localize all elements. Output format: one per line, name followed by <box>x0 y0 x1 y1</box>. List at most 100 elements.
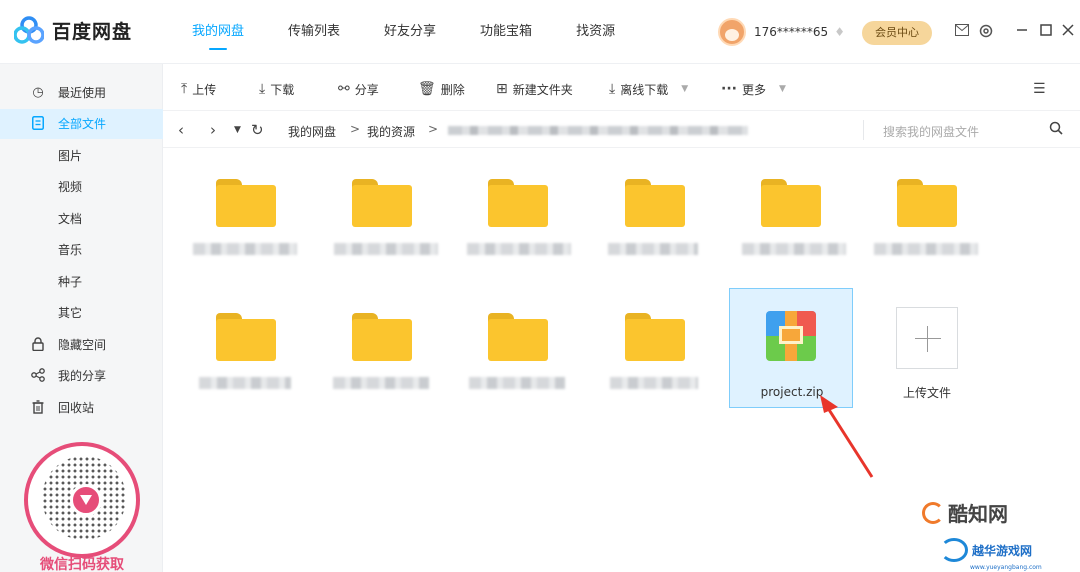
upload-file-tile[interactable]: 上传文件 <box>865 288 989 408</box>
new-folder-button[interactable]: ⊞ 新建文件夹 <box>496 80 573 98</box>
folder-icon <box>761 179 821 227</box>
sidebar: ◷ 最近使用 全部文件 图片 视频 文档 音乐 种子 其它 隐藏空间 我的分享 <box>0 64 163 572</box>
sidebar-item-hidden-space[interactable]: 隐藏空间 <box>0 330 163 360</box>
vip-diamond-icon: ♦ <box>834 25 845 39</box>
sidebar-item-documents[interactable]: 文档 <box>0 204 163 234</box>
sidebar-item-music[interactable]: 音乐 <box>0 235 163 265</box>
sidebar-item-my-shares[interactable]: 我的分享 <box>0 361 163 391</box>
breadcrumb-separator-icon: > <box>350 122 361 136</box>
watermark-logo-icon <box>922 501 944 524</box>
folder-item[interactable] <box>183 285 307 405</box>
new-folder-icon: ⊞ <box>496 81 508 97</box>
watermark-text: 越华游戏网 <box>972 543 1033 558</box>
sidebar-item-label: 最近使用 <box>58 86 107 100</box>
search-input[interactable]: 搜索我的网盘文件 <box>883 123 979 140</box>
share-icon <box>30 368 46 384</box>
folder-item[interactable] <box>728 151 852 271</box>
breadcrumb-my-drive[interactable]: 我的网盘 <box>288 123 336 140</box>
sort-icon: ☰ <box>1033 81 1046 97</box>
sidebar-item-all-files[interactable]: 全部文件 <box>0 109 163 139</box>
folder-item[interactable] <box>864 151 988 271</box>
folder-name-blurred <box>467 243 571 255</box>
username: 176******65 <box>754 25 829 39</box>
file-icon <box>30 116 46 132</box>
selected-file-item[interactable]: project.zip <box>729 288 853 408</box>
folder-name-blurred <box>469 377 565 389</box>
folder-item[interactable] <box>592 151 716 271</box>
folder-icon <box>488 179 548 227</box>
search-icon[interactable] <box>1049 121 1063 139</box>
history-dropdown-icon[interactable]: ▼ <box>234 121 241 139</box>
folder-item[interactable] <box>592 285 716 405</box>
folder-icon <box>352 179 412 227</box>
sidebar-item-label: 其它 <box>58 306 83 320</box>
file-toolbar: ⤒ 上传 ⤓ 下载 ⚯ 分享 🗑 删除 ⊞ 新建文件夹 ⤓ 离线下载 ▼ ···… <box>163 70 1080 108</box>
trash-icon <box>30 400 46 416</box>
clock-icon: ◷ <box>32 85 44 100</box>
refresh-icon[interactable]: ↻ <box>251 121 264 139</box>
tab-transfer-list[interactable]: 传输列表 <box>266 0 362 64</box>
delete-button[interactable]: 🗑 删除 <box>418 80 465 98</box>
more-dots-icon: ··· <box>721 81 737 97</box>
offline-download-button[interactable]: ⤓ 离线下载 ▼ <box>609 80 688 98</box>
sidebar-item-recent[interactable]: ◷ 最近使用 <box>0 78 163 108</box>
folder-item[interactable] <box>319 151 443 271</box>
folder-item[interactable] <box>319 285 443 405</box>
maximize-icon[interactable] <box>1038 24 1054 40</box>
sidebar-item-label: 种子 <box>58 275 83 289</box>
forward-icon[interactable]: › <box>210 121 216 139</box>
delete-label: 删除 <box>440 82 465 97</box>
sidebar-item-label: 图片 <box>58 149 83 163</box>
vip-center-button[interactable]: 会员中心 <box>862 21 932 45</box>
folder-icon <box>897 179 957 227</box>
sidebar-item-images[interactable]: 图片 <box>0 141 163 171</box>
share-button[interactable]: ⚯ 分享 <box>338 80 379 98</box>
upload-label: 上传 <box>192 82 217 97</box>
app-name: 百度网盘 <box>52 20 133 43</box>
folder-name-blurred <box>610 377 698 389</box>
avatar[interactable] <box>718 18 746 46</box>
annotation-arrow-icon <box>820 395 874 478</box>
search-divider <box>863 120 864 140</box>
sidebar-item-label: 回收站 <box>58 401 95 415</box>
zip-archive-icon <box>766 311 816 361</box>
address-bar: ‹ › ▼ ↻ 我的网盘 > 我的资源 > 搜索我的网盘文件 <box>163 110 1080 148</box>
sidebar-item-recycle-bin[interactable]: 回收站 <box>0 393 163 423</box>
tab-friend-share[interactable]: 好友分享 <box>362 0 458 64</box>
breadcrumb-my-resources[interactable]: 我的资源 <box>367 123 415 140</box>
folder-name-blurred <box>199 377 291 389</box>
tab-my-drive[interactable]: 我的网盘 <box>170 0 266 64</box>
folder-icon <box>216 313 276 361</box>
trash-icon: 🗑 <box>418 81 436 97</box>
upload-button[interactable]: ⤒ 上传 <box>181 80 216 98</box>
mail-icon[interactable] <box>954 24 970 40</box>
tab-find-resources[interactable]: 找资源 <box>554 0 637 64</box>
folder-item[interactable] <box>455 285 579 405</box>
settings-icon[interactable] <box>978 24 994 40</box>
watermark-url: www.yueyangbang.com <box>970 564 1042 571</box>
user-info[interactable]: 176******65 ♦ <box>718 18 848 46</box>
folder-icon <box>488 313 548 361</box>
tab-toolbox[interactable]: 功能宝箱 <box>458 0 554 64</box>
sidebar-item-videos[interactable]: 视频 <box>0 172 163 202</box>
folder-item[interactable] <box>455 151 579 271</box>
sidebar-item-torrents[interactable]: 种子 <box>0 267 163 297</box>
sidebar-item-others[interactable]: 其它 <box>0 298 163 328</box>
minimize-icon[interactable] <box>1014 24 1030 40</box>
breadcrumb-separator-icon: > <box>428 122 439 136</box>
folder-item[interactable] <box>183 151 307 271</box>
sort-button[interactable]: ☰ <box>1033 80 1046 98</box>
sidebar-item-label: 隐藏空间 <box>58 338 107 352</box>
watermark-text: 酷知网 <box>948 502 1008 526</box>
wechat-qr-promo[interactable]: 微信扫码获取 <box>18 440 146 572</box>
back-icon[interactable]: ‹ <box>178 121 184 139</box>
breadcrumb-blurred-path <box>448 126 748 135</box>
more-button[interactable]: ··· 更多 ▼ <box>721 80 786 98</box>
download-label: 下载 <box>270 82 295 97</box>
watermark-yuehua: 越华游戏网 www.yueyangbang.com <box>940 538 1042 571</box>
close-icon[interactable] <box>1060 24 1076 40</box>
folder-name-blurred <box>742 243 846 255</box>
offline-download-label: 离线下载 <box>620 82 669 97</box>
download-button[interactable]: ⤓ 下载 <box>259 80 294 98</box>
folder-icon <box>625 179 685 227</box>
